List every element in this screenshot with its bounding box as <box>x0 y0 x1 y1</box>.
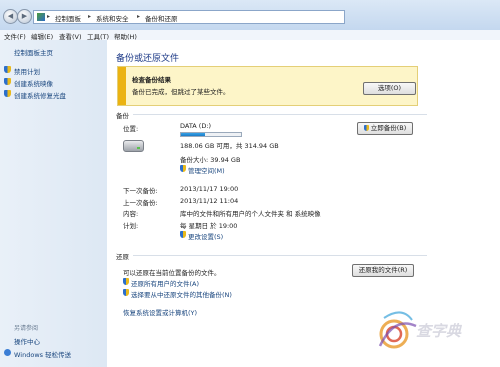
backup-section-heading: 备份 <box>116 112 129 120</box>
alert-text: 备份已完成，但跳过了某些文件。 <box>132 88 230 96</box>
shield-icon <box>180 231 186 238</box>
backup-now-label: 立即备份(B) <box>370 124 407 132</box>
recover-system-link[interactable]: 恢复系统设置或计算机(Y) <box>123 307 197 317</box>
alert-warning-bar <box>118 67 126 105</box>
chevron-right-icon[interactable]: ▸ <box>137 13 140 20</box>
page-title: 备份或还原文件 <box>116 54 180 64</box>
alert-title: 检查备份结果 <box>132 76 171 84</box>
location-label: 位置: <box>123 125 139 133</box>
shield-icon <box>123 278 129 285</box>
back-arrow-icon: ◀ <box>7 12 14 20</box>
forward-button[interactable]: ▶ <box>17 9 32 24</box>
windows-easy-transfer-icon <box>4 349 11 356</box>
forward-arrow-icon: ▶ <box>21 12 28 20</box>
free-space-text: 188.06 GB 可用，共 314.94 GB <box>180 142 279 150</box>
next-backup-value: 2013/11/17 19:00 <box>180 185 239 193</box>
change-settings-link[interactable]: 更改设置(S) <box>188 231 223 241</box>
sidebar-item-action-center[interactable]: 操作中心 <box>14 336 40 346</box>
watermark-text: 查字典 <box>416 322 462 340</box>
watermark-logo: 查字典 <box>372 296 488 356</box>
shield-icon <box>180 165 186 172</box>
chevron-right-icon[interactable]: ▸ <box>88 13 91 20</box>
breadcrumb-control-panel[interactable]: 控制面板 <box>55 13 81 23</box>
drive-usage-fill <box>181 133 205 136</box>
shield-icon <box>4 78 11 85</box>
restore-my-files-button[interactable]: 还原我的文件(R) <box>352 264 414 277</box>
chevron-right-icon[interactable]: ▸ <box>47 13 50 20</box>
breadcrumb-backup-restore[interactable]: 备份和还原 <box>145 13 178 23</box>
shield-icon <box>4 66 11 73</box>
restore-section-divider <box>133 255 427 256</box>
contents-value: 库中的文件和所有用户的个人文件夹 和 系统映像 <box>180 210 321 218</box>
left-navigation-pane: 控制面板主页 禁用计划 创建系统映像 创建系统修复光盘 另请参阅 操作中心 Wi… <box>0 40 107 367</box>
backup-section-divider <box>133 114 427 115</box>
restore-all-users-link[interactable]: 还原所有用户的文件(A) <box>131 278 199 288</box>
backup-size-text: 备份大小: 39.94 GB <box>180 156 241 164</box>
sidebar-item-create-system-image[interactable]: 创建系统映像 <box>14 78 53 88</box>
sidebar-item-create-repair-disc[interactable]: 创建系统修复光盘 <box>14 90 66 100</box>
restore-other-backup-link[interactable]: 选择要从中还原文件的其他备份(N) <box>131 289 232 299</box>
breadcrumb-system-security[interactable]: 系统和安全 <box>96 13 129 23</box>
drive-led <box>137 147 140 149</box>
shield-icon <box>123 289 129 296</box>
sidebar-item-home[interactable]: 控制面板主页 <box>14 47 53 57</box>
hard-drive-icon <box>123 140 144 152</box>
drive-name: DATA (D:) <box>180 122 212 130</box>
schedule-value: 每 星期日 於 19:00 <box>180 222 238 230</box>
last-backup-label: 上一次备份: <box>123 199 158 207</box>
backup-now-button[interactable]: 立即备份(B) <box>357 122 413 135</box>
manage-space-link[interactable]: 管理空间(M) <box>188 165 225 175</box>
last-backup-value: 2013/11/12 11:04 <box>180 197 239 205</box>
contents-label: 内容: <box>123 210 139 218</box>
control-panel-icon <box>37 13 45 21</box>
sidebar-item-easy-transfer[interactable]: Windows 轻松传送 <box>14 349 71 359</box>
options-button[interactable]: 选项(O) <box>363 82 416 95</box>
drive-usage-bar <box>180 132 242 137</box>
breadcrumb[interactable]: ▸ 控制面板 ▸ 系统和安全 ▸ 备份和还原 <box>33 10 345 24</box>
backup-result-alert: 检查备份结果 备份已完成，但跳过了某些文件。 选项(O) <box>117 66 418 106</box>
shield-icon <box>363 125 369 131</box>
restore-section-heading: 还原 <box>116 253 129 261</box>
shield-icon <box>4 90 11 97</box>
see-also-heading: 另请参阅 <box>14 325 39 332</box>
backup-restore-window: ◀ ▶ ▸ 控制面板 ▸ 系统和安全 ▸ 备份和还原 文件(F) 编辑(E) 查… <box>0 0 500 367</box>
sidebar-item-disable-schedule[interactable]: 禁用计划 <box>14 66 40 76</box>
next-backup-label: 下一次备份: <box>123 187 158 195</box>
schedule-label: 计划: <box>123 222 139 230</box>
restore-text: 可以还原在当前位置备份的文件。 <box>123 269 221 277</box>
address-bar: ◀ ▶ ▸ 控制面板 ▸ 系统和安全 ▸ 备份和还原 <box>0 0 500 30</box>
back-button[interactable]: ◀ <box>3 9 18 24</box>
